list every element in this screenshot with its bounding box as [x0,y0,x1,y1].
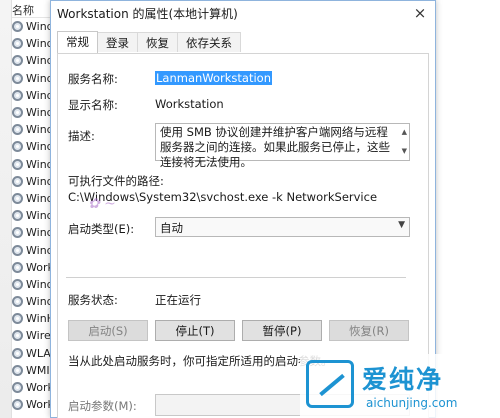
startup-type-label: 启动类型(E): [68,222,135,236]
gear-icon [12,21,23,33]
watermark-faint: ✿ ~ [88,196,116,212]
service-status-label: 服务状态: [68,293,118,307]
gear-icon [12,330,23,342]
startup-type-value: 自动 [160,221,183,235]
gear-icon [12,38,23,50]
gear-icon [12,382,23,394]
gear-icon [12,55,23,67]
scroll-down-icon[interactable]: ▼ [402,144,407,159]
gear-icon [12,347,23,359]
gear-icon [12,175,23,187]
gear-icon [12,244,23,256]
logo-text: 爱纯净 [362,365,444,394]
chevron-down-icon[interactable]: ▼ [398,220,405,230]
start-button[interactable]: 启动(S) [68,320,148,341]
gear-icon [12,399,23,411]
tab-strip: 常规 登录 恢复 依存关系 [57,31,241,53]
gear-icon [12,261,23,273]
stop-button[interactable]: 停止(T) [155,320,235,341]
gear-icon [12,158,23,170]
close-icon[interactable]: × [405,2,435,24]
service-name-label: 服务名称: [68,72,118,86]
tab-logon[interactable]: 登录 [97,32,138,52]
gear-icon [12,107,23,119]
list-item-label: WMI [26,363,50,377]
gear-icon [12,72,23,84]
site-logo-watermark: 爱纯净 aichunjing.com [300,354,500,418]
service-status-value: 正在运行 [155,293,201,307]
tab-recovery[interactable]: 恢复 [137,32,178,52]
gear-icon [12,192,23,204]
gear-icon [12,141,23,153]
gear-icon [12,89,23,101]
service-name-selected-text[interactable]: LanmanWorkstation [155,71,272,85]
list-left-strip [0,0,12,418]
description-text: 使用 SMB 协议创建并维护客户端网络与远程服务器之间的连接。如果此服务已停止，… [160,125,390,169]
list-item-label: Wire [26,329,51,343]
gear-icon [12,364,23,376]
service-name-value[interactable]: LanmanWorkstation [155,71,272,85]
description-box[interactable]: 使用 SMB 协议创建并维护客户端网络与远程服务器之间的连接。如果此服务已停止，… [155,123,410,169]
description-label: 描述: [68,129,95,143]
startup-type-select[interactable]: 自动 ▼ [155,217,410,237]
scroll-up-icon[interactable]: ▲ [402,125,407,140]
divider [66,277,406,278]
display-name-label: 显示名称: [68,98,118,112]
resume-button[interactable]: 恢复(R) [329,320,409,341]
gear-icon [12,278,23,290]
gear-icon [12,210,23,222]
tab-dependencies[interactable]: 依存关系 [177,32,241,52]
start-params-hint: 当从此处启动服务时，你可指定所适用的启动参数。 [68,354,333,368]
tab-general[interactable]: 常规 [57,31,98,53]
dialog-titlebar[interactable]: Workstation 的属性(本地计算机) × [51,1,435,25]
gear-icon [12,227,23,239]
pause-button[interactable]: 暂停(P) [242,320,322,341]
start-params-label: 启动参数(M): [68,399,137,413]
logo-mark-icon [306,360,354,408]
display-name-value: Workstation [155,97,224,111]
gear-icon [12,313,23,325]
exe-path-label: 可执行文件的路径: [68,174,164,188]
gear-icon [12,296,23,308]
dialog-title: Workstation 的属性(本地计算机) [57,6,238,21]
gear-icon [12,124,23,136]
logo-url: aichunjing.com [366,396,458,410]
